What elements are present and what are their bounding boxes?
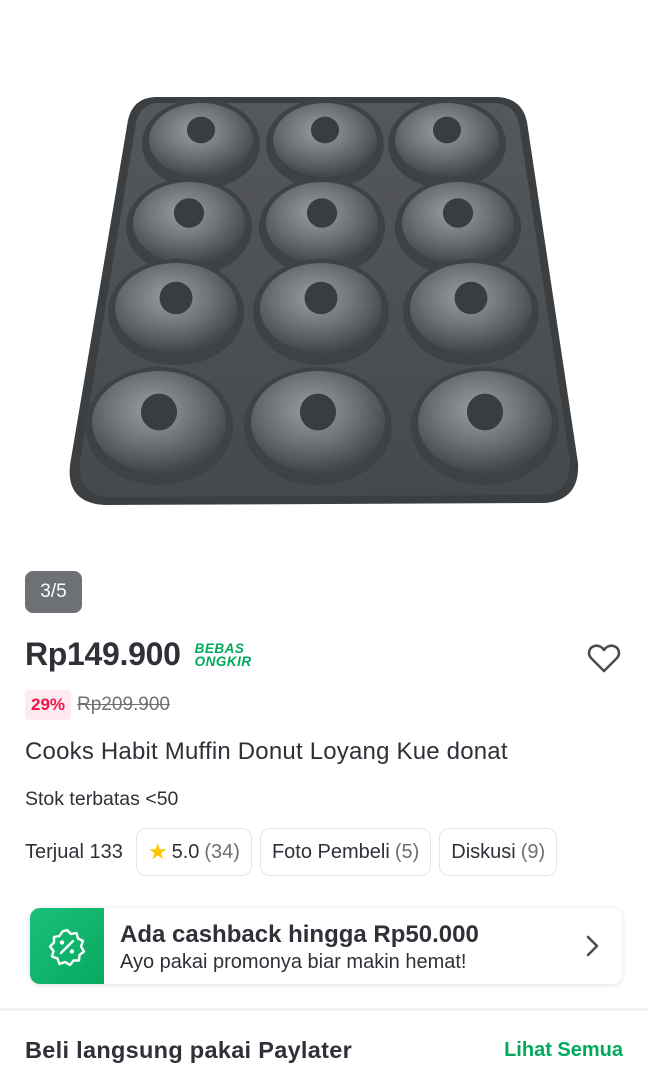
product-image[interactable] <box>0 0 648 560</box>
see-all-link[interactable]: Lihat Semua <box>504 1039 623 1062</box>
rating-chip[interactable]: ★ 5.0 (34) <box>135 828 252 876</box>
price-row: Rp149.900 BEBAS ONGKIR <box>25 636 252 673</box>
cashback-banner[interactable]: Ada cashback hingga Rp50.000 Ayo pakai p… <box>30 908 622 984</box>
star-icon: ★ <box>147 839 168 864</box>
sold-count: Terjual 133 <box>25 840 123 863</box>
free-shipping-badge: BEBAS ONGKIR <box>194 640 252 669</box>
stock-info: Stok terbatas <50 <box>25 788 179 810</box>
discount-percent-icon <box>48 928 86 966</box>
buyer-photos-chip[interactable]: Foto Pembeli (5) <box>259 828 432 876</box>
free-shipping-line2: ONGKIR <box>194 653 252 669</box>
cashback-icon-panel <box>30 908 104 984</box>
stats-row: Terjual 133 ★ 5.0 (34) Foto Pembeli (5) … <box>25 828 565 876</box>
discount-badge: 29% <box>25 690 72 720</box>
paylater-section-title: Beli langsung pakai Paylater <box>25 1037 353 1063</box>
original-price: Rp209.900 <box>77 694 170 715</box>
discussion-count: (9) <box>520 840 546 863</box>
image-counter: 3/5 <box>25 571 82 613</box>
discussion-chip[interactable]: Diskusi (9) <box>439 828 558 876</box>
free-shipping-line1: BEBAS <box>194 640 245 656</box>
cashback-title: Ada cashback hingga Rp50.000 <box>120 921 479 948</box>
discount-row: 29% Rp209.900 <box>25 690 170 720</box>
product-title: Cooks Habit Muffin Donut Loyang Kue dona… <box>25 738 508 765</box>
buyer-photos-count: (5) <box>394 840 420 863</box>
donut-pan-image <box>69 97 579 505</box>
section-divider <box>0 1008 648 1011</box>
buyer-photos-label: Foto Pembeli <box>271 840 390 863</box>
chevron-right-icon <box>586 935 599 957</box>
rating-value: 5.0 <box>171 840 200 863</box>
heart-icon[interactable] <box>584 638 624 678</box>
cashback-subtitle: Ayo pakai promonya biar makin hemat! <box>120 951 467 973</box>
discussion-label: Diskusi <box>451 840 516 863</box>
product-price: Rp149.900 <box>25 636 181 672</box>
rating-count: (34) <box>204 840 240 863</box>
